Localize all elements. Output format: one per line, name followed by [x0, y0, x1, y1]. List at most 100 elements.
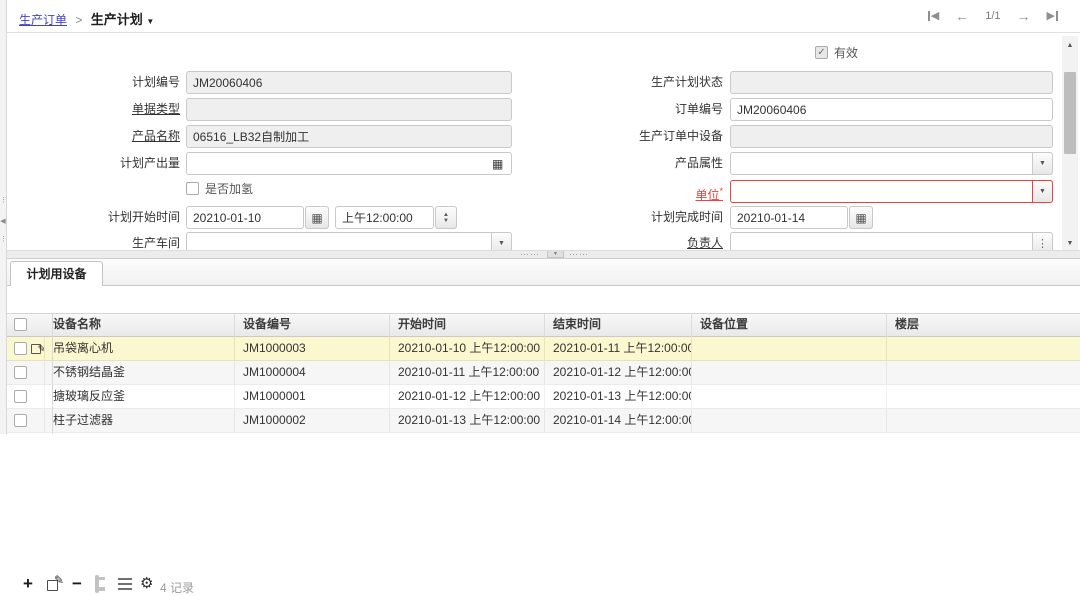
table-row[interactable]: 不锈钢结晶釜 JM1000004 20210-01-11 上午12:00:00 …	[7, 361, 1080, 385]
column-header-device-no[interactable]: 设备编号	[235, 313, 390, 337]
add-row-button[interactable]: +	[23, 576, 33, 592]
chevron-down-icon: ▼	[146, 17, 154, 26]
plan-start-time-spinner[interactable]: ▲▼	[435, 206, 457, 229]
hydrogenation-label: 是否加氢	[205, 182, 253, 196]
previous-record-button[interactable]: ←	[955, 9, 969, 23]
table-row[interactable]: 搪玻璃反应釜 JM1000001 20210-01-12 上午12:00:00 …	[7, 385, 1080, 409]
detail-tab-bar	[7, 259, 1080, 286]
order-equipment-label: 生产订单中设备	[555, 125, 723, 148]
product-name-label[interactable]: 产品名称	[15, 125, 180, 148]
pencil-icon: ✎	[54, 573, 64, 587]
plan-no-label: 计划编号	[15, 71, 180, 94]
select-all-checkbox[interactable]	[14, 318, 27, 331]
next-record-button[interactable]: →	[1017, 9, 1031, 23]
chevron-down-icon: ▼	[1039, 188, 1046, 195]
cell-start-time: 20210-01-12 上午12:00:00	[390, 385, 545, 409]
horizontal-splitter[interactable]: ⋯⋯ ▼ ⋯⋯	[7, 250, 1080, 259]
cell-floor	[887, 409, 1080, 433]
cell-device-location	[692, 385, 887, 409]
table-row[interactable]: 柱子过滤器 JM1000002 20210-01-13 上午12:00:00 2…	[7, 409, 1080, 433]
product-attr-dropdown-button[interactable]: ▼	[1032, 152, 1053, 175]
minus-icon: −	[72, 574, 82, 593]
row-checkbox[interactable]	[14, 390, 27, 403]
cell-device-no: JM1000001	[235, 385, 390, 409]
plan-start-time-field[interactable]	[335, 206, 434, 229]
plan-start-date-field[interactable]	[186, 206, 304, 229]
planned-output-label: 计划产出量	[15, 152, 180, 175]
scroll-up-icon[interactable]: ▲	[1062, 42, 1078, 49]
table-row[interactable]: ✎ 吊袋离心机 JM1000003 20210-01-10 上午12:00:00…	[7, 337, 1080, 361]
cell-device-name: 不锈钢结晶釜	[45, 361, 235, 385]
delete-row-button[interactable]: −	[72, 576, 82, 592]
unit-dropdown-button[interactable]: ▼	[1032, 180, 1053, 203]
column-header-device-name[interactable]: 设备名称	[45, 313, 235, 337]
grid-toolbar: + ✎ − ⚙ 4 记录	[7, 286, 1080, 313]
plan-finish-label: 计划完成时间	[555, 206, 723, 229]
cell-device-location	[692, 409, 887, 433]
tab-plan-equipment[interactable]: 计划用设备	[10, 261, 103, 286]
top-bar: 生产订单 > 生产计划 ▼ ◀ ← 1/1 → ▶	[7, 0, 1080, 33]
row-checkbox[interactable]	[14, 342, 27, 355]
save-button[interactable]	[95, 575, 99, 593]
plan-status-field	[730, 71, 1053, 94]
cell-end-time: 20210-01-13 上午12:00:00	[545, 385, 692, 409]
chevron-down-icon: ▼	[498, 240, 505, 247]
breadcrumb-current-label: 生产计划	[91, 12, 143, 27]
planned-output-field[interactable]	[186, 152, 512, 175]
cell-end-time: 20210-01-11 上午12:00:00	[545, 337, 692, 361]
cell-device-name: 吊袋离心机	[45, 337, 235, 361]
row-edit-button[interactable]: ✎	[31, 341, 45, 354]
plan-finish-calendar-button[interactable]: ▦	[849, 206, 873, 229]
unit-field[interactable]	[730, 180, 1053, 203]
check-icon: ✓	[817, 47, 825, 58]
cell-end-time: 20210-01-14 上午12:00:00	[545, 409, 692, 433]
order-no-field[interactable]	[730, 98, 1053, 121]
splitter-collapse-button[interactable]: ▼	[547, 251, 564, 258]
hydrogenation-checkbox[interactable]	[186, 182, 199, 195]
cell-floor	[887, 385, 1080, 409]
doc-type-label[interactable]: 单据类型	[15, 98, 180, 121]
form-scrollbar-thumb[interactable]	[1064, 72, 1076, 154]
last-record-button[interactable]: ▶	[1047, 11, 1058, 22]
product-attr-field[interactable]	[730, 152, 1053, 175]
plan-finish-date-field[interactable]	[730, 206, 848, 229]
chevron-down-icon: ▼	[553, 251, 558, 257]
record-count: 4 记录	[160, 579, 194, 596]
grid-settings-button[interactable]: ⚙	[140, 576, 153, 591]
valid-checkbox[interactable]: ✓	[815, 46, 828, 59]
pencil-icon: ✎	[38, 338, 45, 361]
plan-start-label: 计划开始时间	[15, 206, 180, 229]
plan-start-calendar-button[interactable]: ▦	[305, 206, 329, 229]
calculator-icon[interactable]: ▦	[492, 157, 503, 171]
row-checkbox[interactable]	[14, 414, 27, 427]
left-splitter[interactable]: ⋮ ◀ ⋮	[0, 0, 7, 434]
valid-checkbox-label: 有效	[834, 46, 858, 60]
row-checkbox[interactable]	[14, 366, 27, 379]
spinner-down-icon: ▼	[443, 218, 449, 224]
order-no-label: 订单编号	[555, 98, 723, 121]
breadcrumb-current[interactable]: 生产计划 ▼	[91, 12, 155, 27]
breadcrumb-parent-link[interactable]: 生产订单	[19, 13, 67, 27]
edit-row-button[interactable]: ✎	[47, 576, 63, 591]
column-header-end-time[interactable]: 结束时间	[545, 313, 692, 337]
order-equipment-field	[730, 125, 1053, 148]
cell-device-no: JM1000003	[235, 337, 390, 361]
breadcrumb-separator: >	[75, 13, 82, 27]
column-header-start-time[interactable]: 开始时间	[390, 313, 545, 337]
first-record-button[interactable]: ◀	[928, 11, 939, 22]
cell-floor	[887, 337, 1080, 361]
product-attr-label: 产品属性	[555, 152, 723, 175]
cell-start-time: 20210-01-11 上午12:00:00	[390, 361, 545, 385]
scroll-down-icon[interactable]: ▼	[1062, 240, 1078, 247]
splitter-dots-icon: ⋮	[0, 197, 6, 204]
cell-device-name: 柱子过滤器	[45, 409, 235, 433]
column-header-floor[interactable]: 楼层	[887, 313, 1080, 337]
calendar-icon: ▦	[311, 211, 322, 225]
list-view-button[interactable]	[118, 578, 132, 590]
page-indicator: 1/1	[985, 10, 1000, 22]
cell-device-no: JM1000002	[235, 409, 390, 433]
plus-icon: +	[23, 574, 33, 593]
unit-label[interactable]: 单位*	[555, 180, 723, 203]
splitter-collapse-left-icon[interactable]: ◀	[0, 218, 6, 225]
column-header-device-location[interactable]: 设备位置	[692, 313, 887, 337]
